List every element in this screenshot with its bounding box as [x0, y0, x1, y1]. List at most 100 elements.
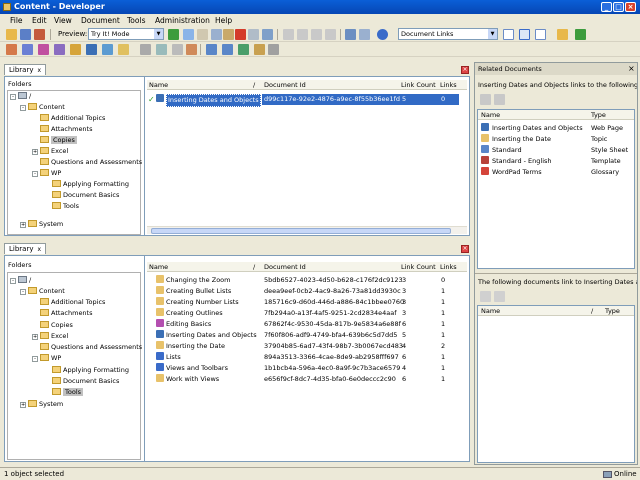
table-row[interactable]: Editing Basics 67862f4c-9530-45da-817b-9e… [147, 319, 459, 330]
list-item[interactable]: Inserting the Date Topic [478, 134, 634, 145]
table-row[interactable]: Creating Outlines 7fb294a0-a13f-4af5-9251… [147, 308, 459, 319]
column-document-id[interactable]: Document Id [264, 262, 306, 272]
tree-node-questions[interactable]: Questions and Assessments [40, 157, 142, 168]
list-item[interactable]: Inserting Dates and Objects Web Page [478, 123, 634, 134]
layout-vertical-split-icon[interactable] [535, 29, 546, 40]
minimize-button[interactable]: _ [601, 2, 612, 12]
table-row[interactable]: Lists 894a3513-3366-4cae-8de9-ab2958fff69… [147, 352, 459, 363]
export-icon[interactable] [557, 29, 568, 40]
new-web-page-icon[interactable] [86, 44, 97, 55]
refresh-icon[interactable] [575, 29, 586, 40]
expand-icon[interactable]: + [32, 334, 38, 340]
edit-link-icon[interactable] [480, 94, 491, 105]
undo-icon[interactable] [283, 29, 294, 40]
menu-tools[interactable]: Tools [127, 16, 145, 25]
list-item[interactable]: Standard Style Sheet [478, 145, 634, 156]
tree-node-wp[interactable]: - WP [32, 168, 61, 179]
tree-node-questions[interactable]: Questions and Assessments [40, 342, 142, 353]
cut-icon[interactable] [197, 29, 208, 40]
tree-node-additional-topics[interactable]: Additional Topics [40, 297, 105, 308]
remove-link-icon[interactable] [494, 291, 505, 302]
close-icon[interactable]: x [37, 67, 41, 74]
new-document-icon[interactable] [183, 29, 194, 40]
history-icon[interactable] [172, 44, 183, 55]
expand-icon[interactable]: + [20, 402, 26, 408]
binoculars-icon[interactable] [345, 29, 356, 40]
tree-node-tools[interactable]: Tools [52, 387, 84, 398]
menu-administration[interactable]: Administration [155, 16, 210, 25]
tree-node-additional-topics[interactable]: Additional Topics [40, 113, 105, 124]
preview-mode-select[interactable]: Try It! Mode ▼ [88, 28, 164, 40]
tree-node-excel[interactable]: + Excel [32, 146, 68, 157]
tree-node-system[interactable]: + System [20, 219, 63, 230]
new-glossary-icon[interactable] [70, 44, 81, 55]
edit-icon[interactable] [186, 44, 197, 55]
column-links[interactable]: Links [440, 262, 457, 272]
move-out-icon[interactable] [238, 44, 249, 55]
move-up-icon[interactable] [206, 44, 217, 55]
tree-node-excel[interactable]: + Excel [32, 331, 68, 342]
close-panel-icon[interactable]: × [461, 66, 469, 74]
save-icon[interactable] [20, 29, 31, 40]
collapse-icon[interactable]: - [10, 278, 16, 284]
table-row[interactable]: Changing the Zoom 5bdb6527-4023-4d50-b628… [147, 275, 459, 286]
unlink-icon[interactable] [268, 44, 279, 55]
close-panel-icon[interactable]: × [461, 245, 469, 253]
scrollbar-thumb[interactable] [151, 228, 451, 234]
menu-view[interactable]: View [54, 16, 72, 25]
close-icon[interactable]: x [37, 246, 41, 253]
tab-library-top[interactable]: Library x [4, 64, 47, 75]
table-row[interactable]: ✓ Inserting Dates and Objects d99c117e-9… [147, 94, 459, 107]
collapse-icon[interactable]: - [20, 289, 26, 295]
new-assessment-icon[interactable] [118, 44, 129, 55]
table-row[interactable]: Work with Views e656f9cf-8dc7-4d35-bfa0-6… [147, 374, 459, 385]
close-button[interactable]: × [625, 2, 636, 12]
indent-icon[interactable] [311, 29, 322, 40]
layout-horizontal-split-icon[interactable] [519, 29, 530, 40]
help-icon[interactable] [377, 29, 388, 40]
table-row[interactable]: Inserting Dates and Objects 7f60f806-adf9… [147, 330, 459, 341]
column-name[interactable]: Name [149, 80, 168, 90]
list-item[interactable]: Standard - English Template [478, 156, 634, 167]
column-link-count[interactable]: Link Count [401, 262, 436, 272]
collapse-icon[interactable]: - [20, 105, 26, 111]
tree-node-applying-formatting[interactable]: Applying Formatting [52, 179, 129, 190]
tree-node-document-basics[interactable]: Document Basics [52, 376, 119, 387]
tree-node-attachments[interactable]: Attachments [40, 308, 93, 319]
layout-single-icon[interactable] [503, 29, 514, 40]
edit-link-icon[interactable] [480, 291, 491, 302]
tree-node-wp[interactable]: - WP [32, 353, 61, 364]
menu-file[interactable]: File [10, 16, 23, 25]
collapse-icon[interactable]: - [32, 356, 38, 362]
go-icon[interactable] [168, 29, 179, 40]
tree-node-root[interactable]: - / [10, 91, 31, 102]
tree-node-copies[interactable]: Copies [40, 320, 73, 331]
column-type[interactable]: Type [591, 110, 606, 120]
publish-icon[interactable] [34, 29, 45, 40]
tree-node-root[interactable]: - / [10, 275, 31, 286]
check-out-icon[interactable] [156, 44, 167, 55]
tree-node-content[interactable]: - Content [20, 286, 65, 297]
tree-node-applying-formatting[interactable]: Applying Formatting [52, 365, 129, 376]
close-icon[interactable]: × [628, 64, 635, 73]
new-question-icon[interactable] [102, 44, 113, 55]
table-row[interactable]: Inserting the Date 37904b85-6ad7-43f4-98b… [147, 341, 459, 352]
check-in-icon[interactable] [140, 44, 151, 55]
expand-icon[interactable]: + [20, 222, 26, 228]
table-row[interactable]: Creating Number Lists 185716c9-d60d-446d-… [147, 297, 459, 308]
maximize-button[interactable]: □ [613, 2, 624, 12]
new-section-icon[interactable] [38, 44, 49, 55]
link-icon[interactable] [254, 44, 265, 55]
tree-node-content[interactable]: - Content [20, 102, 65, 113]
tree-node-attachments[interactable]: Attachments [40, 124, 93, 135]
column-link-count[interactable]: Link Count [401, 80, 436, 90]
properties-icon[interactable] [248, 29, 259, 40]
table-row[interactable]: Creating Bullet Lists deea9eef-0cb2-4ac9-… [147, 286, 459, 297]
horizontal-scrollbar[interactable] [147, 226, 467, 234]
collapse-icon[interactable]: - [32, 171, 38, 177]
expand-icon[interactable]: + [32, 149, 38, 155]
redo-icon[interactable] [297, 29, 308, 40]
column-document-id[interactable]: Document Id [264, 80, 306, 90]
collapse-icon[interactable]: - [10, 94, 16, 100]
column-name[interactable]: Name [481, 110, 500, 120]
